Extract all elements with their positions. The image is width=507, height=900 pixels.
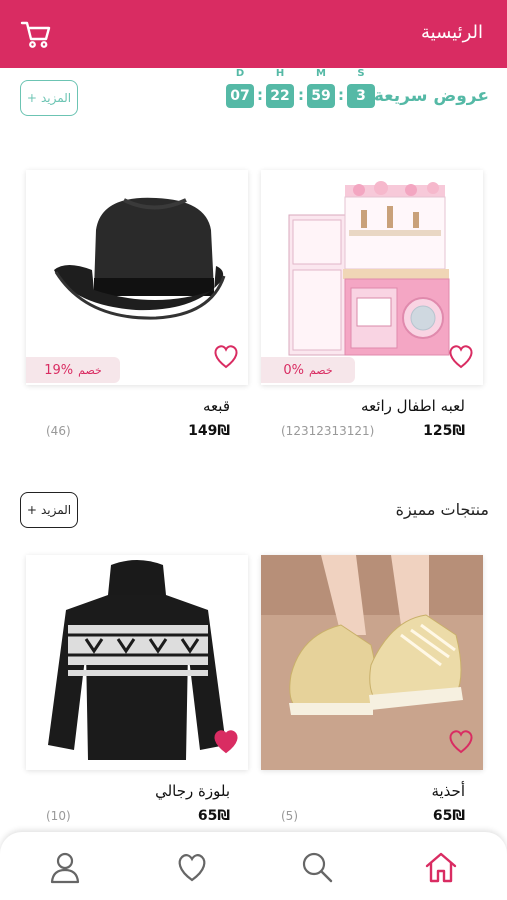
featured-section-title: منتجات مميزة (395, 500, 489, 519)
discount-badge: خصم 0% (261, 357, 355, 383)
product-reviews-count: (12312313121) (281, 424, 375, 438)
favorite-heart-icon[interactable] (447, 728, 475, 754)
timer-label-minutes: M (316, 68, 326, 79)
product-name[interactable]: قبعه (203, 397, 230, 415)
product-name[interactable]: أحذية (431, 782, 465, 800)
timer-separator: : (338, 86, 344, 104)
home-icon[interactable] (424, 850, 458, 884)
product-image[interactable] (261, 555, 483, 770)
heart-icon[interactable] (175, 850, 209, 884)
product-image[interactable] (26, 555, 248, 770)
cart-icon[interactable] (20, 18, 52, 50)
discount-label: خصم (78, 363, 102, 377)
discount-badge: خصم 19% (26, 357, 120, 383)
countdown-timer: D 07 : H 22 : M 59 : S 3 (226, 68, 376, 128)
app-header: الرئيسية (0, 0, 507, 68)
discount-value: 0% (283, 362, 304, 378)
timer-label-seconds: S (357, 68, 365, 79)
favorite-heart-icon[interactable] (447, 343, 475, 369)
product-name[interactable]: بلوزة رجالي (155, 782, 230, 800)
product-image[interactable]: خصم 19% (26, 170, 248, 385)
timer-label-days: D (235, 68, 245, 79)
timer-minutes: 59 (307, 84, 335, 108)
timer-days: 07 (226, 84, 254, 108)
user-icon[interactable] (48, 850, 82, 884)
bottom-navigation (0, 832, 507, 900)
favorite-heart-icon[interactable] (212, 343, 240, 369)
timer-separator: : (298, 86, 304, 104)
product-price: 149₪ (188, 423, 230, 439)
flash-offers-title: عروض سريعة! (366, 86, 489, 106)
timer-separator: : (257, 86, 263, 104)
timer-label-hours: H (275, 68, 285, 79)
product-price: 125₪ (423, 423, 465, 439)
more-label: المزيد (40, 91, 72, 105)
flash-more-button[interactable]: المزيد + (20, 80, 78, 116)
plus-icon: + (26, 91, 37, 105)
plus-icon: + (26, 503, 37, 517)
featured-more-button[interactable]: المزيد + (20, 492, 78, 528)
timer-hours: 22 (266, 84, 294, 108)
more-label: المزيد (40, 503, 72, 517)
product-price: 65₪ (197, 808, 230, 824)
discount-value: 19% (44, 362, 74, 378)
search-icon[interactable] (300, 850, 334, 884)
product-reviews-count: (10) (46, 809, 71, 823)
product-price: 65₪ (432, 808, 465, 824)
product-image[interactable]: خصم 0% (261, 170, 483, 385)
page-title: الرئيسية (421, 22, 483, 43)
product-reviews-count: (5) (281, 809, 298, 823)
favorite-heart-icon[interactable] (212, 728, 240, 754)
product-name[interactable]: لعبه اطفال رائعه (361, 397, 465, 415)
product-reviews-count: (46) (46, 424, 71, 438)
flash-offers-bar: المزيد + D 07 : H 22 : M 59 : S 3 عروض س… (0, 68, 507, 128)
discount-label: خصم (308, 363, 333, 377)
